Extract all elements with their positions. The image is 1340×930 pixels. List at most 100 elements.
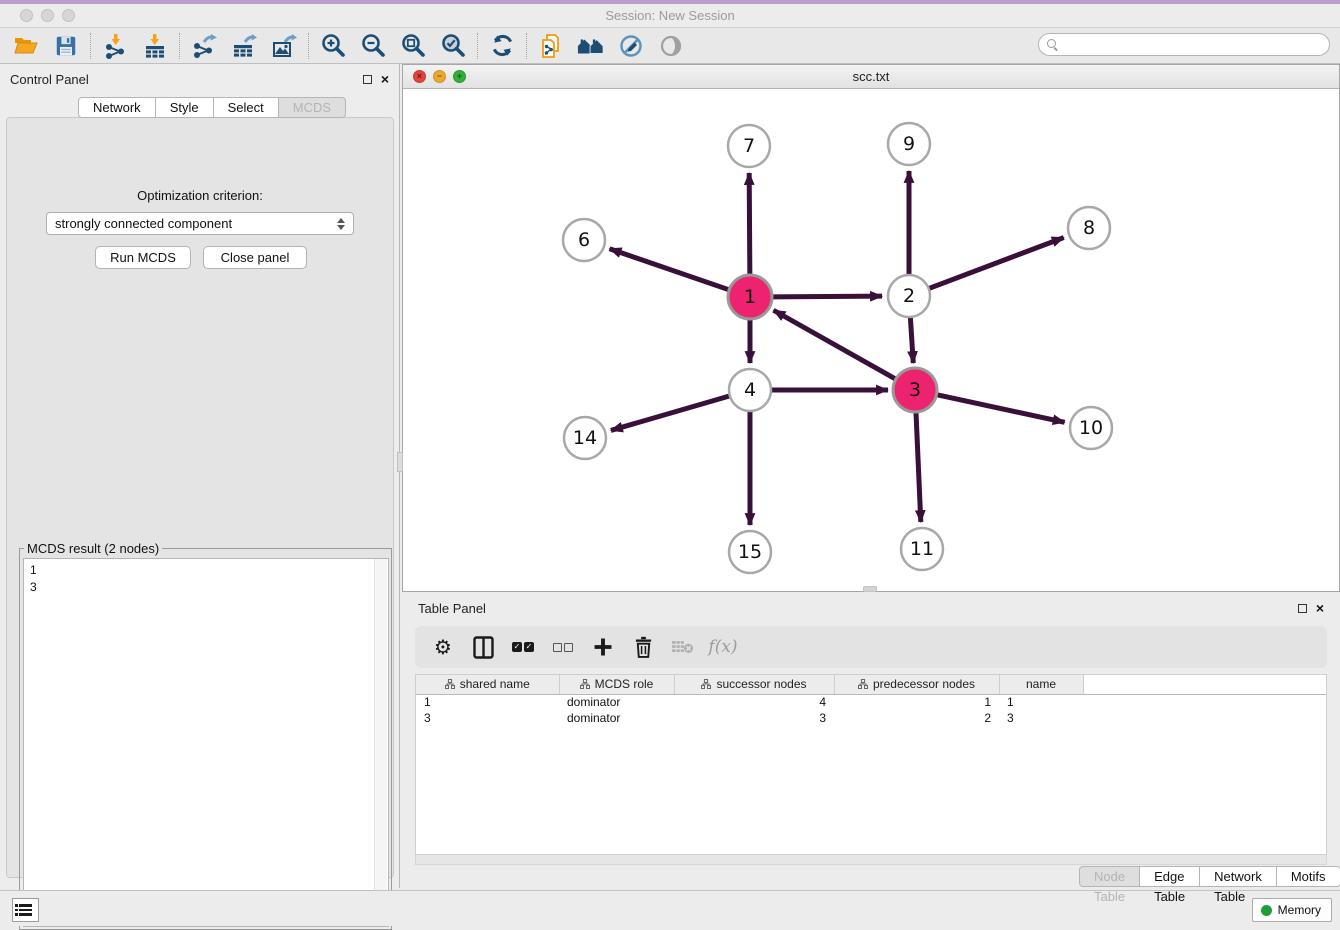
delete-column-button[interactable] [665,630,701,664]
cell-predecessor-nodes[interactable]: 2 [834,710,999,726]
show-columns-button[interactable] [465,630,501,664]
apply-layout-button[interactable] [482,30,522,62]
minimize-window-button[interactable] [41,9,54,22]
import-network-button[interactable] [95,30,135,62]
graph-edge-2-3[interactable] [910,317,913,363]
cell-successor-nodes[interactable]: 4 [674,694,834,710]
tab-network-table[interactable]: Network Table [1200,866,1277,887]
close-panel-icon[interactable]: × [1316,603,1324,613]
cell-predecessor-nodes[interactable]: 1 [834,694,999,710]
col-predecessor-nodes[interactable]: predecessor nodes [834,675,999,694]
clone-network-button[interactable] [531,30,571,62]
float-panel-icon[interactable] [1298,604,1307,613]
optimization-criterion-label: Optimization criterion: [7,188,393,203]
toggle-graphics-details-button[interactable] [611,30,651,62]
toolbar-separator [477,33,478,59]
cell-shared-name[interactable]: 1 [416,694,559,710]
export-table-button[interactable] [224,30,264,62]
zoom-window-button[interactable] [62,9,75,22]
tab-select[interactable]: Select [214,97,279,118]
attribute-icon [701,679,711,689]
splitpane-horizontal-grabber[interactable] [863,586,877,592]
zoom-selected-button[interactable] [433,30,473,62]
table-hscrollbar[interactable] [415,855,1327,865]
network-window-title: scc.txt [403,65,1339,88]
tab-style[interactable]: Style [156,97,214,118]
table-panel: Table Panel × ⚙ ✓✓ [402,594,1340,888]
toolbar-separator [308,33,309,59]
col-successor-nodes[interactable]: successor nodes [674,675,834,694]
window-titlebar: Session: New Session [0,4,1340,28]
control-panel-tabs: Network Style Select MCDS [78,97,346,118]
tab-motifs[interactable]: Motifs [1277,866,1340,887]
zoom-fit-button[interactable] [393,30,433,62]
window-controls[interactable] [20,9,75,22]
show-hide-button[interactable] [651,30,691,62]
table-row[interactable]: 1 dominator 4 1 1 [416,694,1326,710]
col-shared-name[interactable]: shared name [416,675,559,694]
graph-edge-2-8[interactable] [929,238,1064,289]
network-view-window: × − + scc.txt 7968124314101511 [402,64,1340,592]
zoom-in-button[interactable] [313,30,353,62]
open-session-button[interactable] [6,30,46,62]
tab-network[interactable]: Network [78,97,156,118]
network-close-icon[interactable]: × [413,70,426,83]
table-row[interactable]: 3 dominator 3 2 3 [416,710,1326,726]
graph-edge-1-6[interactable] [610,249,731,290]
close-window-button[interactable] [20,9,33,22]
open-browser-button[interactable] [571,30,611,62]
cell-name[interactable]: 3 [999,710,1083,726]
cell-mcds-role[interactable]: dominator [559,710,674,726]
search-icon [1047,39,1058,50]
graph-node-label: 6 [578,229,590,251]
cell-successor-nodes[interactable]: 3 [674,710,834,726]
search-input[interactable] [1063,38,1313,52]
cell-mcds-role[interactable]: dominator [559,694,674,710]
network-maximize-icon[interactable]: + [453,70,466,83]
close-panel-button[interactable]: Close panel [203,246,307,269]
optimization-criterion-value: strongly connected component [55,216,232,231]
mcds-result-text[interactable]: 1 3 [23,558,389,927]
network-canvas[interactable]: 7968124314101511 [403,89,1339,591]
network-minimize-icon[interactable]: − [433,70,446,83]
delete-icon [634,636,653,658]
float-panel-icon[interactable] [363,75,372,84]
export-network-button[interactable] [184,30,224,62]
graph-edge-4-14[interactable] [611,396,730,431]
export-image-button[interactable] [264,30,304,62]
tab-node-table[interactable]: Node Table [1079,866,1140,887]
tab-edge-table[interactable]: Edge Table [1140,866,1200,887]
graph-edge-1-2[interactable] [771,296,882,297]
run-mcds-button[interactable]: Run MCDS [95,246,191,269]
create-column-button[interactable] [585,630,621,664]
save-session-button[interactable] [46,30,86,62]
close-panel-icon[interactable]: × [381,74,389,84]
mcds-result-scrollbar[interactable] [374,559,387,926]
control-panel-title: Control Panel [10,72,89,87]
task-history-button[interactable] [12,898,39,922]
memory-button[interactable]: Memory [1252,898,1332,922]
toolbar-separator [526,33,527,59]
delete-rows-button[interactable] [625,630,661,664]
graph-edge-1-7[interactable] [749,173,750,276]
attribute-icon [580,679,590,689]
cell-name[interactable]: 1 [999,694,1083,710]
zoom-out-button[interactable] [353,30,393,62]
clear-selection-button[interactable] [545,630,581,664]
col-name[interactable]: name [999,675,1083,694]
splitpane-vertical-grabber[interactable] [397,452,403,472]
network-window-titlebar[interactable]: × − + scc.txt [403,65,1339,89]
table-panel-title: Table Panel [418,601,486,616]
graph-edge-3-10[interactable] [936,394,1065,422]
graph-edge-3-11[interactable] [916,411,921,522]
select-all-button[interactable]: ✓✓ [505,630,541,664]
open-browser-icon [577,34,605,58]
col-mcds-role[interactable]: MCDS role [559,675,674,694]
cell-shared-name[interactable]: 3 [416,710,559,726]
graph-edge-3-1[interactable] [774,310,897,379]
optimization-criterion-select[interactable]: strongly connected component [46,212,354,235]
table-settings-button[interactable]: ⚙ [425,630,461,664]
function-builder-button[interactable]: f(x) [705,630,741,664]
tab-mcds[interactable]: MCDS [279,97,346,118]
import-table-button[interactable] [135,30,175,62]
